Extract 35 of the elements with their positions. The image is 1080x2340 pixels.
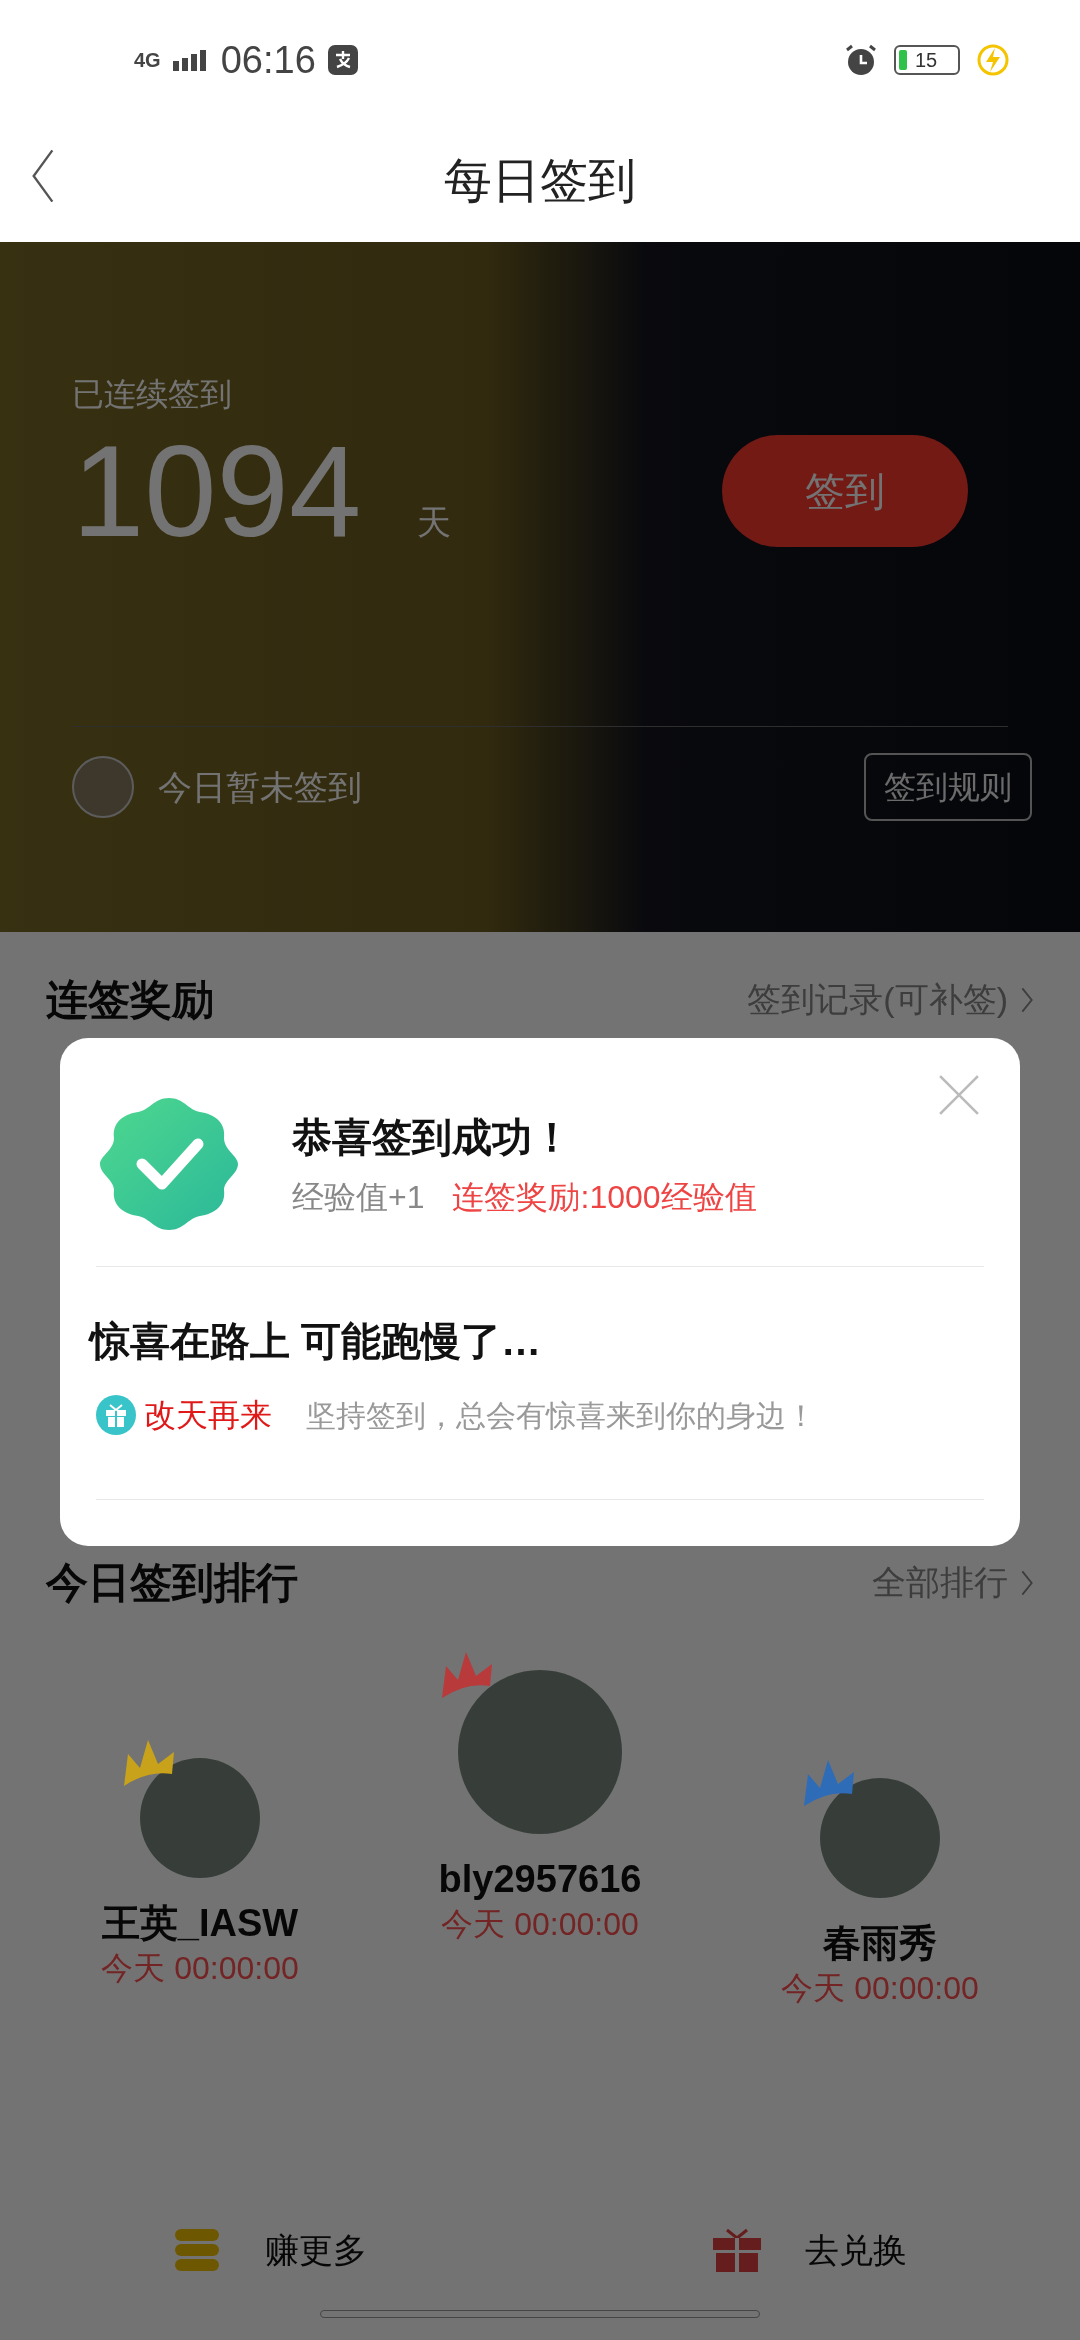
dialog-subtitle: 惊喜在路上 可能跑慢了… <box>90 1318 543 1365</box>
section-title: 今日签到排行 <box>46 1558 298 1608</box>
user-name: 王英_IASW <box>101 1901 299 1946</box>
sign-in-time: 今天 00:00:00 <box>101 1948 299 1988</box>
battery-indicator: 15 <box>894 45 960 75</box>
dialog-title: 恭喜签到成功！ <box>292 1114 573 1161</box>
days-unit: 天 <box>417 502 452 543</box>
chevron-right-icon <box>1020 985 1034 1014</box>
today-status: 今日暂未签到 <box>158 766 362 808</box>
user-name: 春雨秀 <box>823 1921 937 1966</box>
streak-label: 已连续签到 <box>72 375 233 414</box>
rules-button[interactable]: 签到规则 <box>864 753 1032 821</box>
sign-in-button[interactable]: 签到 <box>722 435 968 547</box>
sign-in-time: 今天 00:00:00 <box>781 1968 979 2008</box>
alarm-icon <box>844 43 878 77</box>
clock-time: 06:16 <box>220 37 316 83</box>
user-name: bly2957616 <box>438 1857 642 1902</box>
gift-icon <box>713 2228 761 2272</box>
app-notification-icon <box>327 45 358 75</box>
sign-in-time: 今天 00:00:00 <box>441 1904 639 1944</box>
signal-icon <box>172 49 209 71</box>
experience-gain: 经验值+1 <box>292 1178 425 1217</box>
chevron-right-icon <box>1020 1568 1034 1597</box>
page-title: 每日签到 <box>444 153 636 209</box>
dialog-message: 坚持签到，总会有惊喜来到你的身边！ <box>306 1397 816 1434</box>
come-back-tag: 改天再来 <box>144 1391 272 1439</box>
bottom-action-button[interactable]: 赚更多 <box>173 2224 367 2276</box>
gift-icon <box>96 1395 136 1435</box>
charging-bolt-icon <box>976 43 1010 77</box>
streak-days: 1094 <box>72 426 362 556</box>
coin-stack-icon <box>173 2229 221 2271</box>
bottom-action-button[interactable]: 去兑换 <box>713 2224 907 2276</box>
section-title: 连签奖励 <box>46 975 214 1025</box>
network-label: 4G <box>134 50 161 70</box>
streak-bonus: 连签奖励:1000经验值 <box>452 1178 757 1217</box>
